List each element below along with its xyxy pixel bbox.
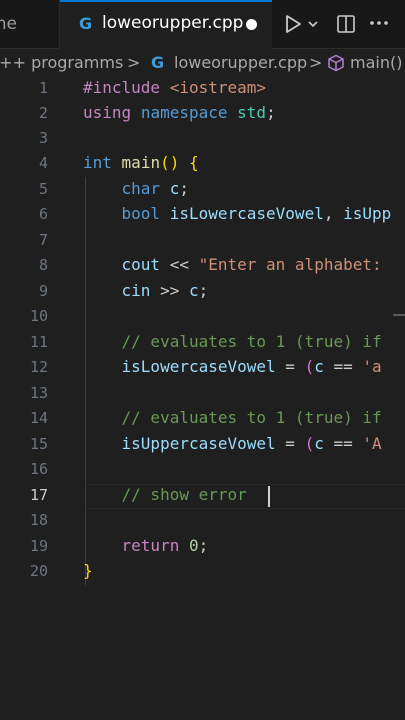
code-text: // show error [121, 485, 257, 504]
breadcrumb-file[interactable]: loweorupper.cpp [174, 53, 307, 72]
tab-previous-label: me [0, 14, 18, 34]
code-line[interactable]: 3 [0, 127, 405, 152]
code-line[interactable]: 15 isUppercaseVowel = (c == 'A [0, 433, 405, 458]
chevron-down-icon[interactable] [307, 18, 319, 30]
line-number: 15 [29, 435, 48, 453]
code-text: isUppercaseVowel = (c == 'A [121, 434, 382, 453]
line-number: 8 [38, 256, 48, 274]
line-number: 12 [29, 358, 48, 376]
code-line-active[interactable]: 17 // show error [0, 484, 405, 509]
code-text: #include <iostream> [83, 78, 267, 97]
line-number: 7 [38, 231, 48, 249]
line-number: 19 [29, 537, 48, 555]
tab-previous[interactable]: me [0, 0, 60, 48]
line-number: 18 [29, 511, 48, 529]
code-text: // evaluates to 1 (true) if [121, 332, 382, 351]
breadcrumb-separator: > [309, 53, 323, 72]
breadcrumb: C++ programms > G loweorupper.cpp > main… [0, 49, 405, 77]
code-text: using namespace std; [83, 103, 276, 122]
code-line[interactable]: 16 [0, 458, 405, 483]
line-number: 10 [29, 307, 48, 325]
code-line[interactable]: 12 isLowercaseVowel = (c == 'a [0, 356, 405, 381]
code-line[interactable]: 4 int main() { [0, 152, 405, 177]
line-number: 1 [38, 79, 48, 97]
line-number: 9 [38, 282, 48, 300]
breadcrumb-symbol[interactable]: main() [350, 53, 402, 72]
line-number: 20 [29, 562, 48, 580]
ellipsis-icon[interactable] [369, 19, 389, 27]
line-number: 13 [29, 384, 48, 402]
code-line[interactable]: 2 using namespace std; [0, 102, 405, 127]
line-number: 2 [38, 104, 48, 122]
line-number: 17 [29, 486, 48, 504]
code-line[interactable]: 14 // evaluates to 1 (true) if [0, 407, 405, 432]
tab-bar: me G loweorupper.cpp [0, 0, 405, 49]
cpp-file-icon: G [79, 14, 93, 33]
code-line[interactable]: 18 [0, 509, 405, 534]
code-line[interactable]: 20 } [0, 560, 405, 585]
code-text: return 0; [121, 536, 209, 555]
code-line[interactable]: 9 cin >> c; [0, 280, 405, 305]
code-editor[interactable]: 1 #include <iostream> 2 using namespace … [0, 77, 405, 720]
code-text: bool isLowercaseVowel, isUpp [121, 204, 392, 223]
code-line[interactable]: 8 cout << "Enter an alphabet: [0, 254, 405, 279]
code-text: // evaluates to 1 (true) if [121, 408, 382, 427]
code-line[interactable]: 10 [0, 305, 405, 330]
split-editor-icon[interactable] [336, 14, 356, 34]
line-number: 14 [29, 409, 48, 427]
code-text: int main() { [83, 153, 199, 172]
line-number: 4 [38, 154, 48, 172]
code-line[interactable]: 5 char c; [0, 178, 405, 203]
code-text: char c; [121, 179, 189, 198]
cpp-file-icon: G [151, 53, 165, 72]
line-number: 5 [38, 180, 48, 198]
symbol-method-icon [328, 54, 344, 72]
tab-loweorupper-cpp[interactable]: G loweorupper.cpp [60, 0, 272, 49]
code-line[interactable]: 11 // evaluates to 1 (true) if [0, 331, 405, 356]
code-text: cin >> c; [121, 281, 209, 300]
line-number: 16 [29, 460, 48, 478]
text-cursor [268, 486, 270, 507]
line-number: 6 [38, 205, 48, 223]
line-number: 3 [38, 129, 48, 147]
code-text: } [83, 561, 93, 580]
code-line[interactable]: 1 #include <iostream> [0, 77, 405, 102]
line-number: 11 [29, 333, 48, 351]
code-line[interactable]: 7 [0, 229, 405, 254]
tab-title: loweorupper.cpp [102, 13, 244, 33]
play-icon[interactable] [283, 14, 303, 34]
breadcrumb-folder[interactable]: C++ programms [0, 53, 123, 72]
code-text: cout << "Enter an alphabet: [121, 255, 382, 274]
code-line[interactable]: 6 bool isLowercaseVowel, isUpp [0, 203, 405, 228]
code-line[interactable]: 13 [0, 382, 405, 407]
breadcrumb-separator: > [127, 53, 141, 72]
code-text: isLowercaseVowel = (c == 'a [121, 357, 382, 376]
unsaved-dot-icon[interactable] [246, 19, 257, 30]
code-line[interactable]: 19 return 0; [0, 535, 405, 560]
